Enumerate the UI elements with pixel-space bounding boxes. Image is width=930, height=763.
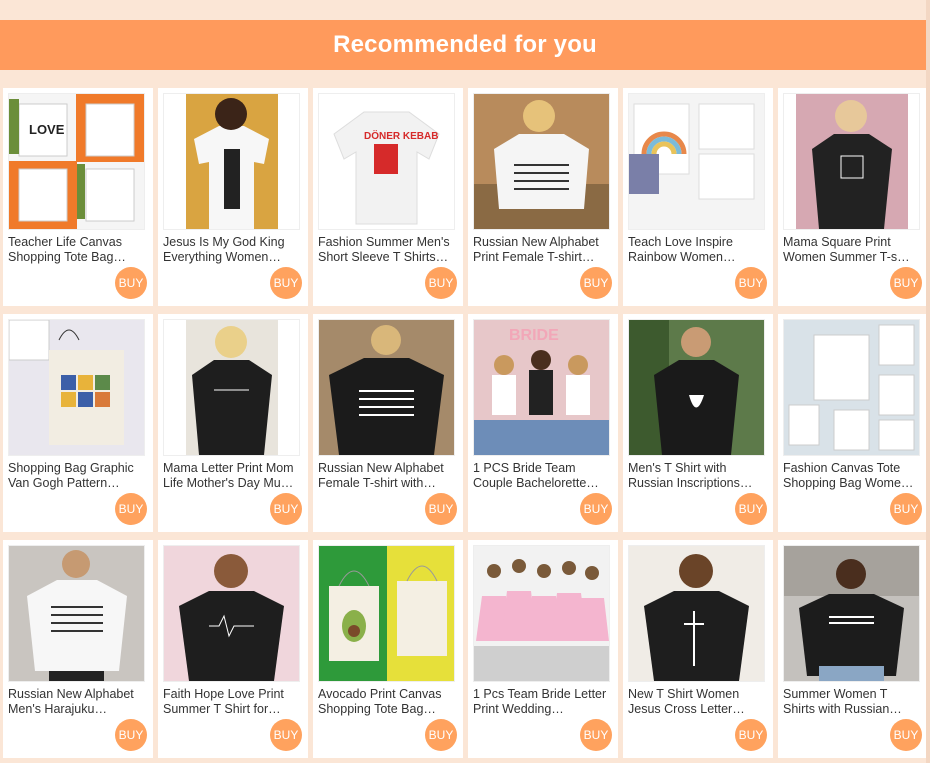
buy-button[interactable]: BUY <box>735 719 767 751</box>
svg-text:DÖNER KEBAB: DÖNER KEBAB <box>364 129 438 142</box>
buy-button[interactable]: BUY <box>425 267 457 299</box>
product-title[interactable]: New T Shirt Women Jesus Cross Letter… <box>628 687 766 717</box>
buy-button[interactable]: BUY <box>270 719 302 751</box>
buy-button[interactable]: BUY <box>735 267 767 299</box>
buy-button[interactable]: BUY <box>270 493 302 525</box>
product-card[interactable]: DÖNER KEBAB Fashion Summer Men's Short Sl… <box>313 88 463 306</box>
product-image-art <box>629 546 764 681</box>
product-title[interactable]: Teach Love Inspire Rainbow Women… <box>628 235 766 265</box>
product-image[interactable]: BRIDE <box>473 319 610 456</box>
product-title[interactable]: Fashion Canvas Tote Shopping Bag Wome… <box>783 461 921 491</box>
product-image-art <box>784 546 919 681</box>
product-image[interactable] <box>628 93 765 230</box>
product-title[interactable]: Avocado Print Canvas Shopping Tote Bag… <box>318 687 456 717</box>
product-card[interactable]: Summer Women T Shirts with Russian… BUY <box>778 540 928 758</box>
buy-button[interactable]: BUY <box>425 719 457 751</box>
product-title[interactable]: Men's T Shirt with Russian Inscriptions… <box>628 461 766 491</box>
product-card[interactable]: Russian New Alphabet Female T-shirt with… <box>313 314 463 532</box>
buy-button[interactable]: BUY <box>890 493 922 525</box>
product-image[interactable] <box>318 319 455 456</box>
product-image-art <box>629 320 764 455</box>
product-card[interactable]: Mama Square Print Women Summer T-s… BUY <box>778 88 928 306</box>
product-image[interactable] <box>163 319 300 456</box>
buy-button[interactable]: BUY <box>270 267 302 299</box>
product-image-art <box>474 94 609 229</box>
buy-button[interactable]: BUY <box>735 493 767 525</box>
product-card[interactable]: Russian New Alphabet Print Female T-shir… <box>468 88 618 306</box>
product-card[interactable]: Russian New Alphabet Men's Harajuku… BUY <box>3 540 153 758</box>
product-image[interactable]: LOVE <box>8 93 145 230</box>
svg-text:BRIDE: BRIDE <box>509 327 559 344</box>
product-card[interactable]: Fashion Canvas Tote Shopping Bag Wome… BU… <box>778 314 928 532</box>
product-image[interactable] <box>783 319 920 456</box>
product-title[interactable]: Shopping Bag Graphic Van Gogh Pattern… <box>8 461 146 491</box>
product-card[interactable]: BRIDE 1 PCS Bride Team Couple Bachelorett… <box>468 314 618 532</box>
product-title[interactable]: 1 PCS Bride Team Couple Bachelorette… <box>473 461 611 491</box>
product-image[interactable] <box>473 545 610 682</box>
product-image[interactable] <box>163 545 300 682</box>
buy-button[interactable]: BUY <box>115 267 147 299</box>
product-image-art <box>164 94 299 229</box>
buy-button[interactable]: BUY <box>890 719 922 751</box>
product-title[interactable]: Russian New Alphabet Print Female T-shir… <box>473 235 611 265</box>
product-image[interactable] <box>628 319 765 456</box>
buy-button[interactable]: BUY <box>580 493 612 525</box>
section-title: Recommended for you <box>333 31 597 58</box>
product-image-art <box>629 94 764 229</box>
product-title[interactable]: Summer Women T Shirts with Russian… <box>783 687 921 717</box>
product-image[interactable]: DÖNER KEBAB <box>318 93 455 230</box>
product-title[interactable]: Russian New Alphabet Men's Harajuku… <box>8 687 146 717</box>
svg-text:LOVE: LOVE <box>29 122 65 137</box>
product-image-art: BRIDE <box>474 320 609 455</box>
product-title[interactable]: Teacher Life Canvas Shopping Tote Bag… <box>8 235 146 265</box>
product-title[interactable]: Mama Letter Print Mom Life Mother's Day … <box>163 461 301 491</box>
product-title[interactable]: Jesus Is My God King Everything Women… <box>163 235 301 265</box>
product-image[interactable] <box>163 93 300 230</box>
product-image-art <box>319 546 454 681</box>
product-image[interactable] <box>318 545 455 682</box>
product-title[interactable]: 1 Pcs Team Bride Letter Print Wedding… <box>473 687 611 717</box>
product-grid: LOVE Teacher Life Canvas Shopping Tote Ba… <box>3 88 928 758</box>
product-card[interactable]: Shopping Bag Graphic Van Gogh Pattern… BU… <box>3 314 153 532</box>
product-image-art <box>164 546 299 681</box>
product-image[interactable] <box>628 545 765 682</box>
product-card[interactable]: 1 Pcs Team Bride Letter Print Wedding… BU… <box>468 540 618 758</box>
product-image-art <box>784 320 919 455</box>
product-card[interactable]: Men's T Shirt with Russian Inscriptions…… <box>623 314 773 532</box>
buy-button[interactable]: BUY <box>115 719 147 751</box>
product-card[interactable]: Faith Hope Love Print Summer T Shirt for… <box>158 540 308 758</box>
product-card[interactable]: Teach Love Inspire Rainbow Women… BUY <box>623 88 773 306</box>
product-title[interactable]: Faith Hope Love Print Summer T Shirt for… <box>163 687 301 717</box>
buy-button[interactable]: BUY <box>580 719 612 751</box>
buy-button[interactable]: BUY <box>425 493 457 525</box>
product-image-art: LOVE <box>9 94 144 229</box>
product-image-art: DÖNER KEBAB <box>319 94 454 229</box>
product-image[interactable] <box>8 545 145 682</box>
recommended-banner: Recommended for you <box>0 20 930 70</box>
product-title[interactable]: Mama Square Print Women Summer T-s… <box>783 235 921 265</box>
product-image-art <box>9 320 144 455</box>
product-title[interactable]: Russian New Alphabet Female T-shirt with… <box>318 461 456 491</box>
product-image-art <box>9 546 144 681</box>
product-image-art <box>164 320 299 455</box>
product-card[interactable]: Mama Letter Print Mom Life Mother's Day … <box>158 314 308 532</box>
product-image[interactable] <box>783 545 920 682</box>
scrollbar[interactable] <box>926 0 930 763</box>
product-image-art <box>784 94 919 229</box>
buy-button[interactable]: BUY <box>890 267 922 299</box>
product-card[interactable]: New T Shirt Women Jesus Cross Letter… BUY <box>623 540 773 758</box>
product-card[interactable]: Avocado Print Canvas Shopping Tote Bag… B… <box>313 540 463 758</box>
product-image-art <box>319 320 454 455</box>
product-image-art <box>474 546 609 681</box>
product-image[interactable] <box>473 93 610 230</box>
buy-button[interactable]: BUY <box>580 267 612 299</box>
product-title[interactable]: Fashion Summer Men's Short Sleeve T Shir… <box>318 235 456 265</box>
product-card[interactable]: Jesus Is My God King Everything Women… BU… <box>158 88 308 306</box>
product-card[interactable]: LOVE Teacher Life Canvas Shopping Tote Ba… <box>3 88 153 306</box>
buy-button[interactable]: BUY <box>115 493 147 525</box>
product-image[interactable] <box>8 319 145 456</box>
product-image[interactable] <box>783 93 920 230</box>
